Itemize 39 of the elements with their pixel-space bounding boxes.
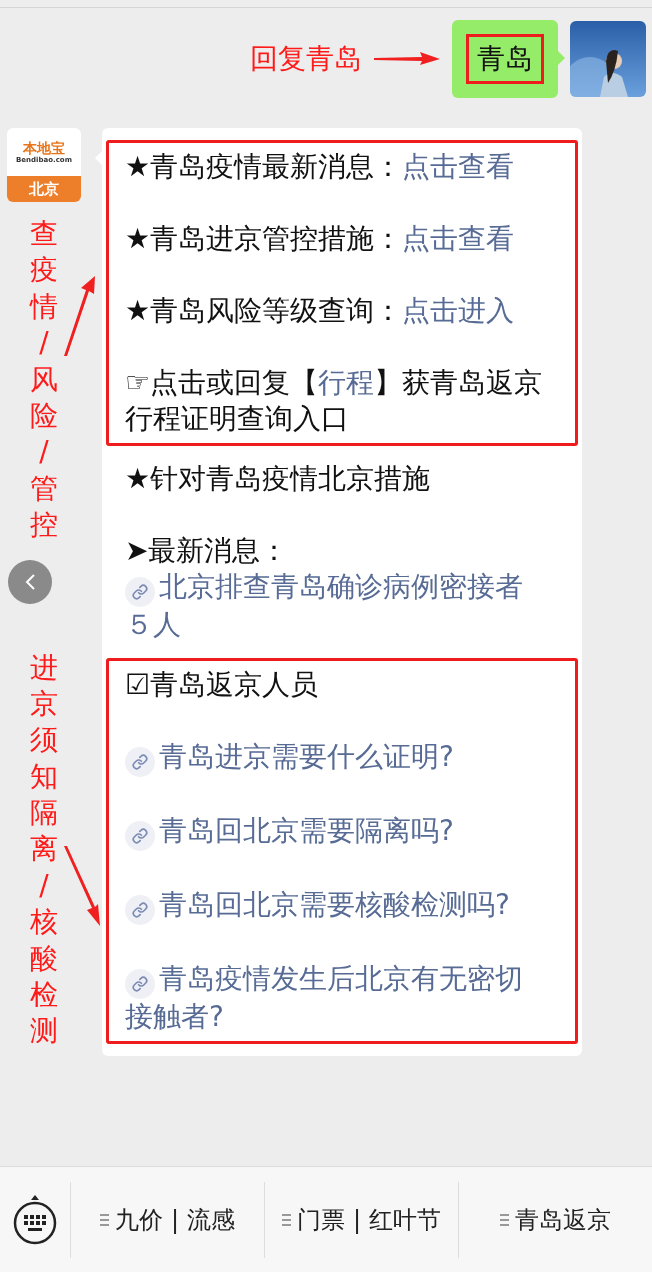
- arrow-icon: [62, 276, 98, 356]
- menu-lines-icon: [100, 1212, 110, 1227]
- annotation-text: 进京须知隔离/核酸检测: [30, 649, 58, 1050]
- message-text: ➤最新消息： 北京排查青岛确诊病例密接者５人: [125, 533, 545, 643]
- message-link[interactable]: 青岛回北京需要核酸检测吗?: [125, 887, 545, 925]
- logo-name: 本地宝: [23, 139, 65, 156]
- message-text: 青岛: [466, 34, 544, 84]
- message-link[interactable]: 北京排查青岛确诊病例密接者５人: [125, 569, 545, 643]
- menu-item[interactable]: 九价 | 流感: [100, 1201, 235, 1238]
- annotation-text: 回复青岛: [250, 41, 362, 77]
- message-link[interactable]: 青岛回北京需要隔离吗?: [125, 813, 545, 851]
- logo-city: 北京: [7, 176, 81, 202]
- message-text: ★青岛进京管控措施：点击查看: [125, 221, 516, 257]
- message-link[interactable]: 点击查看: [402, 150, 515, 183]
- menu-item[interactable]: 青岛返京: [500, 1201, 611, 1238]
- arrow-icon: [62, 846, 102, 926]
- message-link[interactable]: 青岛进京需要什么证明?: [125, 739, 545, 777]
- message-link[interactable]: 青岛疫情发生后北京有无密切接触者?: [125, 961, 545, 1035]
- message-text: ★青岛风险等级查询：点击进入: [125, 293, 516, 329]
- link-icon: [125, 577, 155, 607]
- link-icon: [125, 821, 155, 851]
- link-icon: [125, 747, 155, 777]
- chevron-left-icon: [24, 572, 36, 591]
- menu-item[interactable]: 门票 | 红叶节: [282, 1201, 441, 1238]
- message-link[interactable]: 点击查看: [402, 222, 515, 255]
- message-text: ★针对青岛疫情北京措施: [125, 461, 432, 497]
- menu-lines-icon: [282, 1212, 292, 1227]
- back-button[interactable]: [8, 559, 52, 604]
- message-text: ☞点击或回复【行程】获青岛返京行程证明查询入口: [125, 365, 544, 437]
- annotation-text: 查疫情/风险/管控: [30, 216, 58, 544]
- message-text: ★青岛疫情最新消息：点击查看: [125, 149, 516, 185]
- link-icon: [125, 895, 155, 925]
- message-link[interactable]: 行程: [318, 366, 375, 399]
- keyboard-icon: [12, 1193, 58, 1246]
- message-text: ☑青岛返京人员: [125, 667, 320, 703]
- link-icon: [125, 969, 155, 999]
- message-link[interactable]: 点击进入: [402, 294, 515, 327]
- menu-lines-icon: [500, 1212, 509, 1227]
- arrow-icon: [374, 51, 440, 67]
